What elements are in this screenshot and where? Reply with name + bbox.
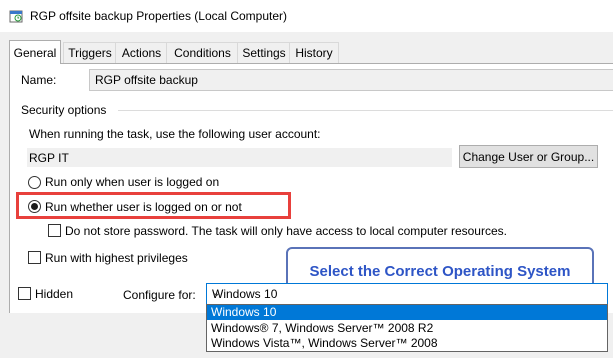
tab-actions[interactable]: Actions xyxy=(115,42,168,63)
account-prompt: When running the task, use the following… xyxy=(29,127,321,141)
option-windows-7[interactable]: Windows® 7, Windows Server™ 2008 R2 xyxy=(207,321,607,336)
tab-settings[interactable]: Settings xyxy=(237,42,291,63)
run-logged-on-label[interactable]: Run only when user is logged on xyxy=(45,175,219,189)
title-bar: RGP offsite backup Properties (Local Com… xyxy=(0,0,613,32)
hidden-label[interactable]: Hidden xyxy=(35,287,73,301)
chevron-down-icon[interactable]: ⌄ xyxy=(212,286,603,299)
task-name-field[interactable]: RGP offsite backup xyxy=(89,69,613,91)
configure-for-select[interactable]: Windows 10 ⌄ xyxy=(206,283,608,305)
task-scheduler-icon xyxy=(9,10,23,23)
option-windows-10[interactable]: Windows 10 xyxy=(207,305,607,320)
task-name-value: RGP offsite backup xyxy=(95,73,198,87)
group-divider xyxy=(118,110,613,111)
configure-for-label: Configure for: xyxy=(123,288,196,302)
security-options-heading: Security options xyxy=(21,103,107,117)
highest-privileges-checkbox[interactable] xyxy=(28,251,41,264)
no-store-password-label[interactable]: Do not store password. The task will onl… xyxy=(65,224,507,238)
name-label: Name: xyxy=(21,73,57,87)
tab-triggers[interactable]: Triggers xyxy=(63,42,117,63)
tab-general[interactable]: General xyxy=(9,40,61,64)
highest-privileges-label[interactable]: Run with highest privileges xyxy=(45,251,188,265)
highlight-box xyxy=(16,192,291,219)
no-store-password-checkbox[interactable] xyxy=(48,224,61,237)
annotation-text: Select the Correct Operating System xyxy=(309,263,571,280)
hidden-checkbox[interactable] xyxy=(18,287,31,300)
user-account-field: RGP IT xyxy=(27,148,452,167)
tab-history[interactable]: History xyxy=(289,42,339,63)
window-title: RGP offsite backup Properties (Local Com… xyxy=(30,9,288,23)
option-windows-vista[interactable]: Windows Vista™, Windows Server™ 2008 xyxy=(207,336,607,351)
user-account-value: RGP IT xyxy=(29,151,69,165)
run-logged-on-radio[interactable] xyxy=(28,176,41,189)
change-user-button[interactable]: Change User or Group... xyxy=(459,145,598,168)
configure-dropdown-list: Windows 10 Windows® 7, Windows Server™ 2… xyxy=(206,304,608,352)
tab-conditions[interactable]: Conditions xyxy=(166,42,239,63)
